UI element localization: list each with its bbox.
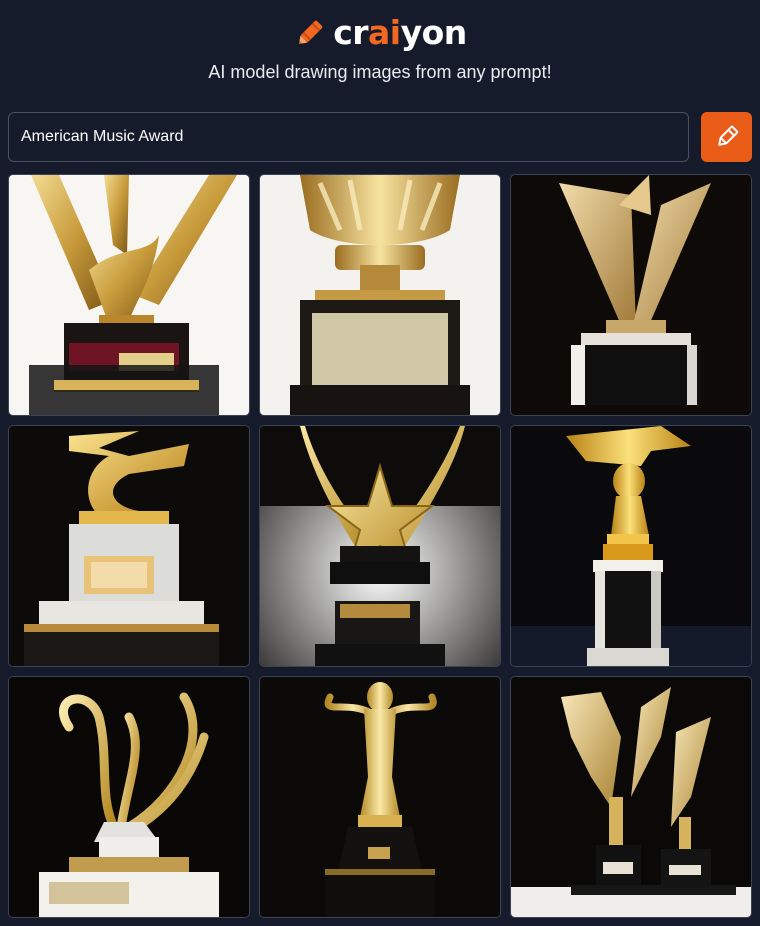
generated-image-7[interactable] — [8, 676, 250, 918]
trophy-image — [9, 426, 249, 666]
prompt-input[interactable] — [8, 112, 689, 162]
image-grid — [8, 174, 752, 918]
trophy-image — [511, 677, 751, 917]
trophy-image — [9, 175, 249, 415]
trophy-image — [511, 175, 751, 415]
header: craiyon AI model drawing images from any… — [0, 0, 760, 100]
generated-image-4[interactable] — [8, 425, 250, 667]
crayon-icon — [299, 20, 323, 45]
trophy-image — [9, 677, 249, 917]
tagline: AI model drawing images from any prompt! — [208, 62, 552, 82]
logo[interactable]: craiyon — [0, 10, 760, 54]
pencil-icon — [717, 125, 738, 146]
trophy-image — [260, 175, 500, 415]
generated-image-6[interactable] — [510, 425, 752, 667]
generated-image-3[interactable] — [510, 174, 752, 416]
trophy-image — [260, 677, 500, 917]
generated-image-9[interactable] — [510, 676, 752, 918]
generated-image-5[interactable] — [259, 425, 501, 667]
trophy-image — [260, 426, 500, 666]
generated-image-2[interactable] — [259, 174, 501, 416]
generated-image-8[interactable] — [259, 676, 501, 918]
brand-name: craiyon — [333, 12, 467, 52]
trophy-image — [511, 426, 751, 666]
draw-button[interactable] — [701, 112, 752, 162]
generated-image-1[interactable] — [8, 174, 250, 416]
